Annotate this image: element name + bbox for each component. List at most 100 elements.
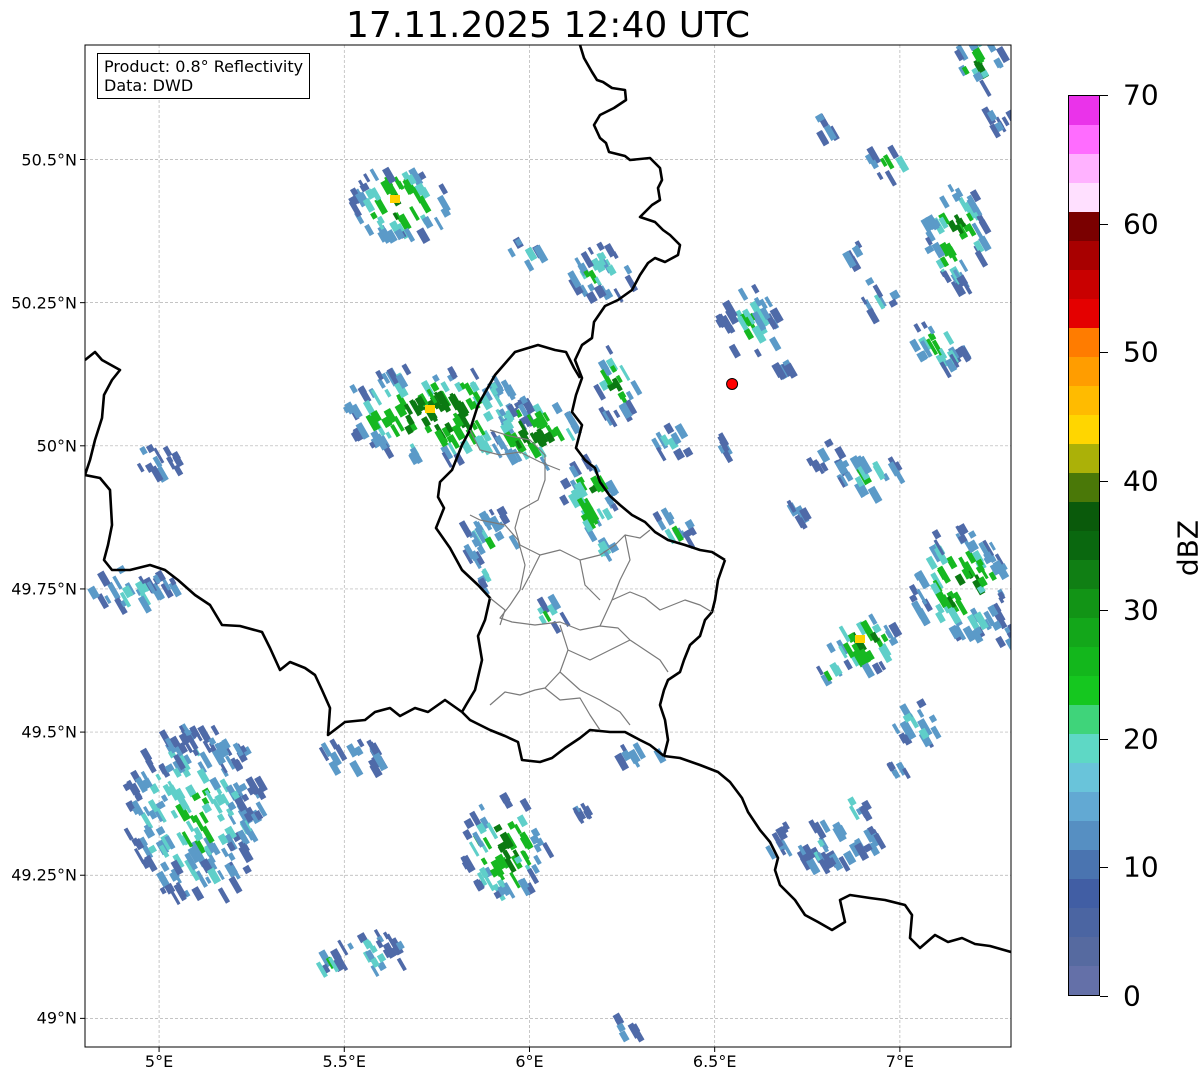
echo-pixel (494, 530, 505, 542)
colorbar-segment (1069, 821, 1099, 850)
colorbar-segment (1069, 705, 1099, 734)
colorbar-segment (1069, 792, 1099, 821)
colorbar-segment (1069, 937, 1099, 966)
colorbar-segment (1069, 879, 1099, 908)
echo-pixel (524, 259, 535, 272)
colorbar-tick-label: 30 (1123, 593, 1159, 627)
echo-pixel (155, 773, 162, 781)
echo-pixel (519, 797, 532, 813)
echo-pixel (201, 802, 213, 814)
echo-pixel (133, 847, 146, 865)
colorbar-tick (1100, 609, 1108, 611)
echo-pixel (891, 723, 901, 735)
echo-pixel (816, 447, 831, 464)
district-border (567, 534, 631, 661)
borders (85, 45, 1011, 954)
echo-pixel (838, 625, 851, 643)
echo-pixel (630, 379, 643, 396)
colorbar-segment (1069, 299, 1099, 328)
lat-tick-label: 50°N (36, 436, 77, 456)
product-info-box: Product: 0.8° Reflectivity Data: DWD (97, 53, 311, 99)
echo-pixel (751, 283, 760, 294)
echo-pixel (843, 659, 853, 671)
echo-pixel (216, 813, 226, 822)
echo-pixel (587, 246, 594, 255)
echo-pixel (913, 323, 922, 333)
country-border (658, 559, 727, 757)
echo-pixel (533, 854, 542, 866)
echo-pixel (1004, 637, 1011, 655)
lat-tick-label: 49°N (36, 1008, 77, 1028)
echo-pixel (605, 344, 614, 355)
lon-tick-label: 6°E (515, 1052, 544, 1071)
echo-pixel (927, 325, 936, 335)
lon-tick-label: 5°E (144, 1052, 174, 1071)
colorbar-tick-label: 60 (1123, 207, 1159, 241)
colorbar-tick (1100, 481, 1108, 483)
echo-pixel (533, 244, 549, 264)
colorbar-tick (1100, 867, 1108, 869)
echo-pixel (974, 250, 989, 268)
country-border (476, 343, 582, 406)
echo-pixel (478, 803, 485, 811)
echo-pixel (888, 636, 899, 647)
colorbar-segment (1069, 183, 1099, 212)
echo-pixel (347, 942, 354, 950)
colorbar-segment (1069, 966, 1099, 995)
colorbar-segment (1069, 96, 1099, 125)
echo-pixel (509, 871, 521, 889)
echo-pixel (364, 223, 375, 237)
radar-map (80, 44, 1012, 1052)
district-border (469, 514, 631, 641)
product-label: Product: 0.8° Reflectivity (104, 57, 304, 76)
echo-pixel (865, 277, 875, 286)
echo-core (390, 195, 400, 203)
colorbar-segment (1069, 328, 1099, 357)
colorbar-segment (1069, 125, 1099, 154)
echo-pixel (596, 241, 605, 252)
echo-pixel (376, 953, 387, 963)
echo-pixel (753, 348, 762, 358)
echo-pixel (916, 708, 925, 718)
colorbar-segment (1069, 386, 1099, 415)
echo-pixel (769, 336, 782, 352)
colorbar-tick-label: 70 (1123, 78, 1159, 112)
echo-pixel (507, 820, 516, 830)
colorbar-tick-label: 50 (1123, 335, 1159, 369)
lat-tick-label: 50.25°N (11, 293, 77, 313)
lon-tick-label: 7°E (885, 1052, 915, 1071)
colorbar-segment (1069, 415, 1099, 444)
echo-pixel (370, 211, 378, 220)
colorbar-tick (1100, 95, 1108, 96)
colorbar-tick (1100, 352, 1108, 354)
colorbar-segment (1069, 763, 1099, 792)
echo-pixel (431, 374, 440, 383)
colorbar-segment (1069, 241, 1099, 270)
echo-pixel (587, 283, 596, 292)
echo-pixel (824, 438, 834, 448)
colorbar-segment (1069, 647, 1099, 676)
colorbar-tick-label: 10 (1123, 850, 1159, 884)
echo-pixel (170, 809, 179, 819)
echo-core (425, 405, 435, 413)
colorbar-segment (1069, 444, 1099, 473)
echo-pixel (384, 388, 392, 398)
echo-pixel (916, 698, 927, 709)
echo-pixel (196, 768, 210, 785)
echo-pixel (472, 831, 485, 848)
echo-pixel (458, 520, 473, 538)
echo-pixel (470, 367, 480, 381)
echo-pixel (826, 642, 836, 654)
echo-pixel (868, 613, 878, 626)
echo-pixel (462, 828, 473, 841)
echo-pixel (370, 389, 383, 406)
echo-pixel (220, 847, 230, 858)
colorbar-segment (1069, 270, 1099, 299)
colorbar-segment (1069, 502, 1099, 531)
colorbar-tick (1100, 223, 1108, 225)
echo-pixel (409, 205, 420, 221)
echo-pixel (385, 431, 392, 439)
echo-pixel (567, 270, 582, 289)
reflectivity-echoes (87, 45, 1011, 1043)
echo-pixel (349, 760, 364, 778)
